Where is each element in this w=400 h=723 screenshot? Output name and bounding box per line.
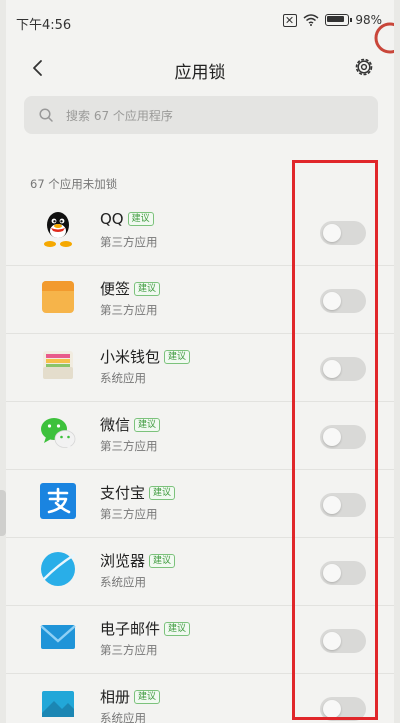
suggest-badge: 建议 [164, 621, 191, 636]
battery-icon [325, 14, 353, 26]
alipay-icon [40, 483, 76, 519]
email-icon [40, 625, 76, 649]
wechat-icon [41, 418, 76, 450]
browser-icon [41, 552, 76, 586]
app-type: 系统应用 [100, 575, 146, 589]
wifi-icon [303, 14, 319, 26]
edge-handle [0, 490, 6, 536]
app-name: 浏览器 [100, 552, 146, 570]
corner-overlay-icon [374, 22, 394, 54]
notification-icon [283, 13, 298, 27]
suggest-badge: 建议 [134, 689, 161, 704]
search-placeholder: 搜索 67 个应用程序 [66, 108, 173, 123]
suggest-badge: 建议 [127, 212, 154, 226]
app-type: 第三方应用 [100, 643, 158, 657]
app-name: 便签 [100, 280, 131, 298]
toggle-highlight-box [292, 160, 378, 720]
app-type: 系统应用 [100, 711, 146, 723]
app-type: 第三方应用 [100, 507, 158, 521]
status-time: 下午4:56 [16, 18, 72, 33]
app-name: 电子邮件 [100, 620, 161, 638]
suggest-badge: 建议 [134, 281, 161, 296]
unlocked-section-header: 67 个应用未加锁 [30, 177, 118, 191]
app-name: 小米钱包 [100, 348, 161, 366]
notes-icon [42, 281, 74, 313]
suggest-badge: 建议 [134, 417, 161, 432]
app-name: QQ [100, 210, 124, 228]
suggest-badge: 建议 [164, 349, 191, 364]
header: 应用锁 [6, 44, 394, 90]
search-input[interactable]: 搜索 67 个应用程序 [24, 96, 378, 134]
app-name: 微信 [100, 416, 131, 434]
app-lock-screen: 下午4:56 98% 应用锁 搜索 67 个应用程序 67 个应用未加锁 QQ … [6, 0, 394, 723]
suggest-badge: 建议 [149, 553, 176, 568]
page-title: 应用锁 [174, 63, 226, 83]
status-bar: 下午4:56 98% [6, 0, 394, 44]
search-icon [39, 108, 53, 122]
wallet-icon [43, 351, 73, 379]
app-type: 第三方应用 [100, 303, 158, 317]
status-icons: 98% [283, 13, 382, 27]
qq-icon [44, 212, 72, 247]
app-type: 系统应用 [100, 371, 146, 385]
suggest-badge: 建议 [149, 485, 176, 500]
app-name: 相册 [100, 688, 131, 706]
gallery-icon [42, 691, 74, 717]
app-type: 第三方应用 [100, 439, 158, 453]
app-name: 支付宝 [100, 484, 146, 502]
gear-icon[interactable] [352, 55, 376, 79]
app-type: 第三方应用 [100, 235, 158, 249]
